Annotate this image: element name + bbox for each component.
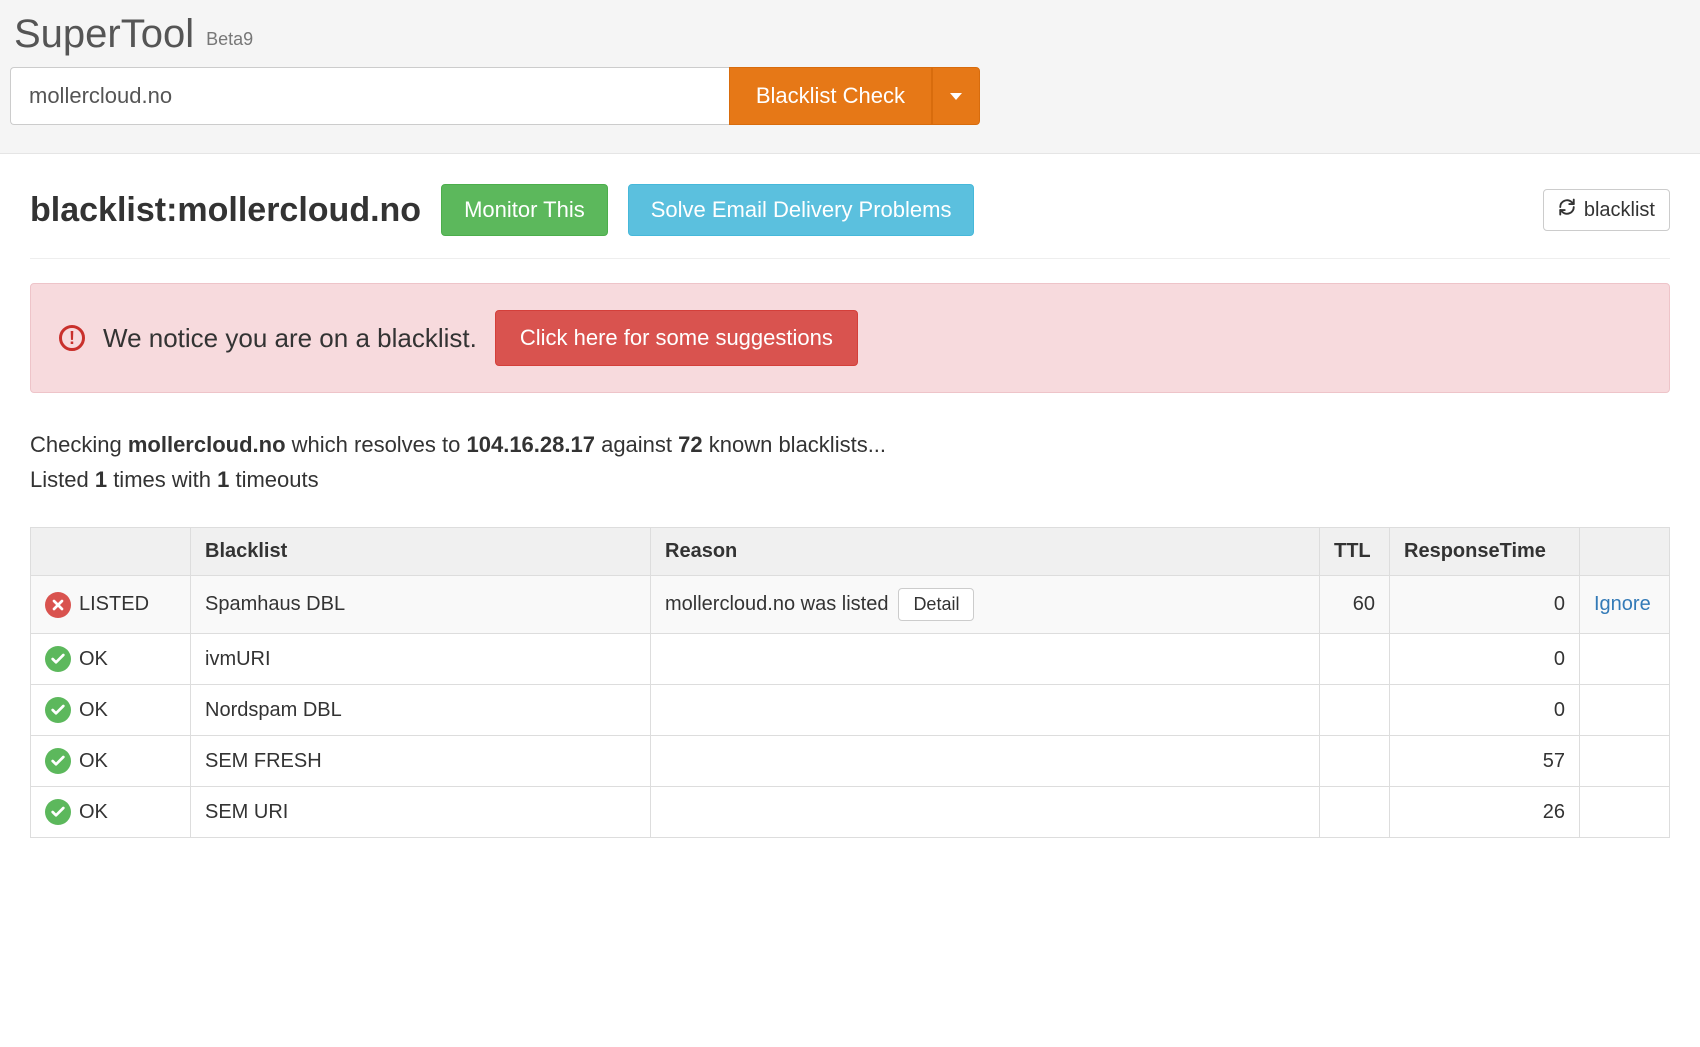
summary-total: 72	[678, 432, 702, 457]
status-text: OK	[79, 750, 108, 773]
response-time-value: 57	[1390, 736, 1580, 787]
ignore-link[interactable]: Ignore	[1594, 593, 1651, 615]
action-cell	[1580, 634, 1670, 685]
reason-cell: mollercloud.no was listed Detail	[651, 576, 1320, 634]
summary-timeout-count: 1	[217, 467, 229, 492]
reason-cell	[651, 787, 1320, 838]
detail-button[interactable]: Detail	[898, 588, 974, 621]
th-response-time: ResponseTime	[1390, 528, 1580, 576]
check-summary: Checking mollercloud.no which resolves t…	[30, 427, 1670, 497]
suggestions-button[interactable]: Click here for some suggestions	[495, 310, 858, 366]
warning-icon: !	[59, 325, 85, 351]
results-table: Blacklist Reason TTL ResponseTime LISTED…	[30, 527, 1670, 838]
lookup-type-dropdown-button[interactable]	[932, 67, 980, 125]
ok-icon	[45, 697, 71, 723]
ok-icon	[45, 646, 71, 672]
ttl-value	[1320, 634, 1390, 685]
reason-text: mollercloud.no was listed	[665, 593, 888, 615]
lookup-input[interactable]	[10, 67, 729, 125]
status-cell: OK	[31, 634, 191, 685]
table-row: OK SEM FRESH 57	[31, 736, 1670, 787]
action-cell	[1580, 787, 1670, 838]
status-text: OK	[79, 648, 108, 671]
blacklist-name: ivmURI	[191, 634, 651, 685]
status-text: OK	[79, 699, 108, 722]
reason-cell	[651, 736, 1320, 787]
th-ttl: TTL	[1320, 528, 1390, 576]
summary-ip: 104.16.28.17	[467, 432, 595, 457]
blacklist-name: Nordspam DBL	[191, 685, 651, 736]
ttl-value	[1320, 787, 1390, 838]
blacklist-name: SEM URI	[191, 787, 651, 838]
ok-icon	[45, 799, 71, 825]
ttl-value	[1320, 736, 1390, 787]
monitor-this-button[interactable]: Monitor This	[441, 184, 608, 236]
refresh-blacklist-button[interactable]: blacklist	[1543, 189, 1670, 231]
table-row: LISTEDSpamhaus DBLmollercloud.no was lis…	[31, 576, 1670, 634]
table-row: OK ivmURI 0	[31, 634, 1670, 685]
listed-icon	[45, 592, 71, 618]
refresh-label: blacklist	[1584, 199, 1655, 222]
action-cell: Ignore	[1580, 576, 1670, 634]
status-text: LISTED	[79, 593, 149, 616]
status-cell: OK	[31, 736, 191, 787]
tool-header: SuperTool Beta9 Blacklist Check	[0, 0, 1700, 154]
response-time-value: 0	[1390, 576, 1580, 634]
response-time-value: 0	[1390, 685, 1580, 736]
th-blacklist: Blacklist	[191, 528, 651, 576]
ttl-value	[1320, 685, 1390, 736]
caret-down-icon	[950, 93, 962, 100]
th-reason: Reason	[651, 528, 1320, 576]
solve-email-problems-button[interactable]: Solve Email Delivery Problems	[628, 184, 975, 236]
reason-cell	[651, 634, 1320, 685]
table-row: OK Nordspam DBL 0	[31, 685, 1670, 736]
ok-icon	[45, 748, 71, 774]
summary-listed-count: 1	[95, 467, 107, 492]
action-cell	[1580, 736, 1670, 787]
status-text: OK	[79, 801, 108, 824]
summary-hostname: mollercloud.no	[128, 432, 286, 457]
ttl-value: 60	[1320, 576, 1390, 634]
action-cell	[1580, 685, 1670, 736]
tool-title: SuperTool	[14, 12, 194, 57]
result-title: blacklist:mollercloud.no	[30, 191, 421, 230]
tool-beta-badge: Beta9	[206, 29, 253, 50]
alert-text: We notice you are on a blacklist.	[103, 323, 477, 354]
response-time-value: 0	[1390, 634, 1580, 685]
reason-cell	[651, 685, 1320, 736]
blacklist-name: Spamhaus DBL	[191, 576, 651, 634]
response-time-value: 26	[1390, 787, 1580, 838]
refresh-icon	[1558, 198, 1576, 222]
result-header: blacklist:mollercloud.no Monitor This So…	[30, 184, 1670, 259]
blacklist-check-button[interactable]: Blacklist Check	[729, 67, 932, 125]
search-row: Blacklist Check	[10, 67, 980, 125]
blacklist-alert: ! We notice you are on a blacklist. Clic…	[30, 283, 1670, 393]
status-cell: LISTED	[31, 576, 191, 634]
table-row: OK SEM URI 26	[31, 787, 1670, 838]
blacklist-name: SEM FRESH	[191, 736, 651, 787]
th-status	[31, 528, 191, 576]
status-cell: OK	[31, 787, 191, 838]
status-cell: OK	[31, 685, 191, 736]
th-action	[1580, 528, 1670, 576]
